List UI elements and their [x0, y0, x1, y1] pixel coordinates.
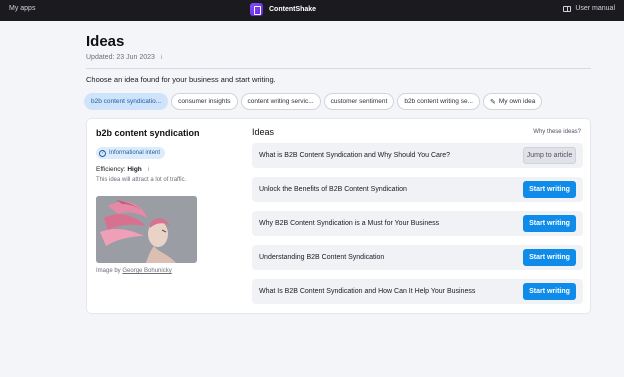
image-credit-prefix: Image by [96, 268, 121, 274]
chip-b2b-content-syndication[interactable]: b2b content syndicatio... [84, 93, 169, 110]
start-writing-button[interactable]: Start writing [523, 215, 576, 232]
topic-title: b2b content syndication [96, 128, 200, 138]
chip-b2b-content-writing[interactable]: b2b content writing se... [397, 93, 480, 110]
instruction-text: Choose an idea found for your business a… [86, 75, 276, 84]
question-icon: ? [99, 149, 106, 157]
ideas-heading: Ideas [252, 127, 275, 137]
intent-label: Informational intent [109, 150, 161, 156]
jump-to-article-button[interactable]: Jump to article [523, 147, 576, 164]
user-manual-label: User manual [575, 5, 615, 12]
book-icon [563, 5, 572, 12]
my-apps-link[interactable]: My apps [9, 5, 35, 12]
chip-customer-sentiment[interactable]: customer sentiment [323, 93, 395, 110]
chip-my-own-idea-label: My own idea [498, 98, 536, 105]
keyword-chips: b2b content syndicatio... consumer insig… [84, 93, 543, 110]
idea-text: What Is B2B Content Syndication and How … [259, 288, 476, 295]
idea-text: What is B2B Content Syndication and Why … [259, 152, 451, 159]
brand[interactable]: ContentShake [250, 3, 316, 16]
idea-text: Why B2B Content Syndication is a Must fo… [259, 220, 440, 227]
why-these-ideas-link[interactable]: Why these ideas? [533, 129, 581, 135]
updated-text: Updated: 23 Jun 2023 [86, 54, 155, 61]
efficiency: Efficiency: High i [96, 166, 149, 173]
info-icon[interactable]: i [161, 55, 162, 61]
start-writing-button[interactable]: Start writing [523, 283, 576, 300]
pencil-icon: ✎ [489, 98, 496, 106]
efficiency-value: High [127, 166, 142, 173]
user-manual-link[interactable]: User manual [563, 5, 615, 12]
top-bar: My apps ContentShake User manual [0, 0, 624, 21]
idea-text: Understanding B2B Content Syndication [259, 254, 385, 261]
info-icon[interactable]: i [148, 167, 149, 173]
efficiency-label: Efficiency: [96, 166, 126, 173]
chip-my-own-idea[interactable]: ✎ My own idea [482, 93, 543, 110]
intent-badge: ? Informational intent [96, 147, 166, 159]
idea-text: Unlock the Benefits of B2B Content Syndi… [259, 186, 407, 193]
idea-row: Understanding B2B Content Syndication St… [252, 245, 583, 270]
updated-date: Updated: 23 Jun 2023 i [86, 54, 162, 61]
idea-row: What Is B2B Content Syndication and How … [252, 279, 583, 304]
chip-consumer-insights[interactable]: consumer insights [171, 93, 238, 110]
image-credit: Image by George Bohunicky [96, 268, 172, 274]
page-title: Ideas [86, 33, 125, 50]
start-writing-button[interactable]: Start writing [523, 249, 576, 266]
contentshake-logo-icon [250, 3, 263, 16]
efficiency-note: This idea will attract a lot of traffic. [96, 177, 187, 183]
idea-row: What is B2B Content Syndication and Why … [252, 143, 583, 168]
chip-content-writing-services[interactable]: content writing servic... [240, 93, 321, 110]
ideas-card: b2b content syndication ? Informational … [86, 118, 591, 314]
divider [86, 68, 591, 69]
woman-pink-hair-image [96, 196, 197, 263]
image-credit-author-link[interactable]: George Bohunicky [122, 268, 171, 274]
brand-name: ContentShake [269, 6, 317, 13]
idea-row: Unlock the Benefits of B2B Content Syndi… [252, 177, 583, 202]
start-writing-button[interactable]: Start writing [523, 181, 576, 198]
idea-row: Why B2B Content Syndication is a Must fo… [252, 211, 583, 236]
topic-image [96, 196, 197, 263]
